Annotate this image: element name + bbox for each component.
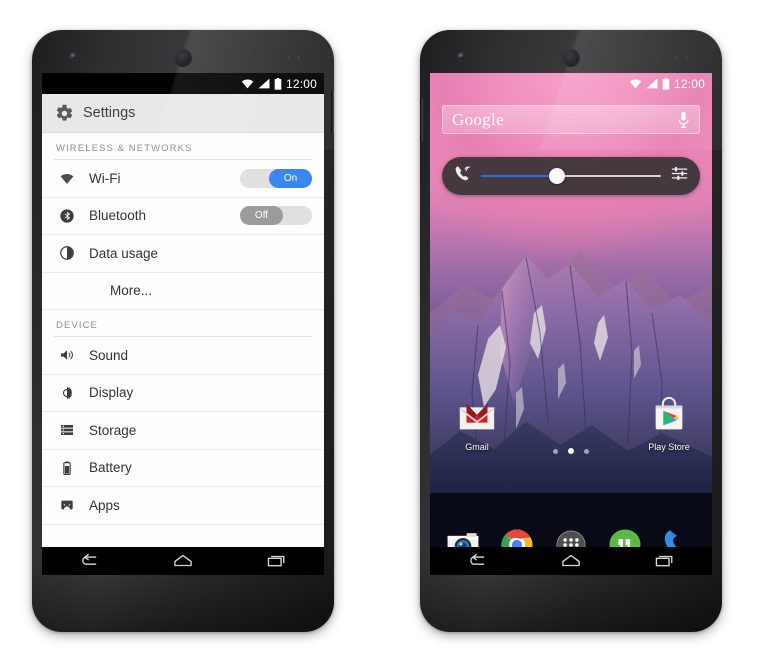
wifi-toggle[interactable]: On: [240, 168, 312, 188]
proximity-sensors: [287, 56, 300, 59]
navigation-bar: [42, 547, 324, 575]
sound-icon: [56, 347, 77, 363]
microphone-icon[interactable]: [677, 111, 690, 129]
settings-screen: 12:00 Settings WIRELESS & NETWORKS Wi-Fi…: [42, 73, 324, 575]
recents-icon[interactable]: [652, 552, 678, 570]
recents-icon[interactable]: [264, 552, 290, 570]
volume-button[interactable]: [420, 98, 423, 142]
battery-icon: [662, 77, 670, 90]
back-arrow-icon[interactable]: [76, 552, 102, 570]
page-dot[interactable]: [552, 449, 558, 454]
status-bar: 12:00: [430, 73, 712, 94]
signal-icon: [258, 78, 270, 89]
settings-row-sound[interactable]: Sound: [42, 337, 324, 375]
storage-icon: [56, 422, 77, 438]
earpiece-speaker: [562, 49, 580, 67]
settings-row-label: Display: [89, 385, 134, 401]
navigation-bar: [430, 547, 712, 575]
settings-row-apps[interactable]: Apps: [42, 487, 324, 525]
settings-row-storage[interactable]: Storage: [42, 412, 324, 450]
settings-row-data-usage[interactable]: Data usage: [42, 235, 324, 273]
google-search-widget[interactable]: Google: [442, 105, 700, 134]
wifi-icon: [56, 172, 77, 185]
gear-icon: [55, 104, 74, 123]
google-wordmark: Google: [452, 109, 504, 129]
battery-icon: [56, 460, 77, 476]
sound-settings-icon[interactable]: [670, 164, 689, 188]
play-store-icon: [648, 396, 690, 441]
page-title: Settings: [83, 105, 136, 121]
wifi-icon: [241, 78, 254, 89]
settings-row-label: Data usage: [89, 245, 159, 261]
settings-row-label: Bluetooth: [89, 208, 147, 224]
home-icon[interactable]: [558, 552, 584, 570]
settings-row-label: Sound: [89, 347, 129, 363]
apps-icon: [56, 497, 77, 513]
settings-row-label: Storage: [89, 422, 137, 438]
back-arrow-icon[interactable]: [464, 552, 490, 570]
power-button[interactable]: [331, 90, 334, 134]
settings-row-more[interactable]: More...: [42, 272, 324, 310]
app-grid: Gmail Play Store: [430, 395, 712, 475]
status-bar: 12:00: [42, 73, 324, 94]
section-header-device: DEVICE: [56, 320, 98, 331]
settings-row-label: Wi-Fi: [89, 170, 121, 186]
bluetooth-icon: [56, 208, 77, 224]
battery-icon: [274, 77, 282, 90]
status-bar-clock: 12:00: [673, 76, 705, 91]
wifi-icon: [629, 78, 642, 89]
settings-row-label: Apps: [89, 497, 120, 513]
proximity-sensors: [675, 56, 688, 59]
volume-slider[interactable]: [481, 168, 661, 184]
settings-row-wifi[interactable]: Wi-Fi On: [42, 160, 324, 198]
settings-row-battery[interactable]: Battery: [42, 449, 324, 487]
data-usage-icon: [56, 245, 77, 261]
settings-row-label: More...: [110, 283, 153, 299]
home-screen: 12:00 Google Gmail Play Store: [430, 73, 712, 575]
earpiece-speaker: [174, 49, 192, 67]
settings-header: Settings: [42, 94, 324, 133]
call-volume-icon: [453, 164, 472, 188]
page-dot[interactable]: [584, 449, 590, 454]
settings-phone: 12:00 Settings WIRELESS & NETWORKS Wi-Fi…: [32, 30, 334, 632]
wallpaper: 12:00 Google Gmail Play Store: [430, 73, 712, 575]
mountain-wallpaper-art: [430, 251, 712, 553]
volume-panel[interactable]: [442, 157, 700, 195]
homescreen-phone: 12:00 Google Gmail Play Store: [420, 30, 722, 632]
page-dot-current[interactable]: [568, 448, 574, 454]
home-icon[interactable]: [170, 552, 196, 570]
settings-row-label: Battery: [89, 460, 132, 476]
slider-knob[interactable]: [548, 168, 565, 184]
status-bar-clock: 12:00: [285, 76, 317, 91]
page-indicator: [430, 441, 712, 459]
front-camera: [458, 53, 465, 60]
slider-fill: [481, 175, 557, 177]
settings-row-display[interactable]: Display: [42, 374, 324, 412]
section-header-wireless: WIRELESS & NETWORKS: [56, 143, 193, 154]
toggle-thumb-label: Off: [240, 206, 283, 226]
toggle-thumb-label: On: [269, 168, 312, 188]
settings-app: Settings WIRELESS & NETWORKS Wi-Fi On Bl…: [42, 94, 324, 547]
bluetooth-toggle[interactable]: Off: [240, 206, 312, 226]
scene: 12:00 Settings WIRELESS & NETWORKS Wi-Fi…: [0, 0, 782, 665]
gmail-icon: [456, 403, 498, 441]
display-icon: [56, 385, 77, 401]
settings-row-bluetooth[interactable]: Bluetooth Off: [42, 197, 324, 235]
signal-icon: [646, 78, 658, 89]
front-camera: [70, 53, 77, 60]
